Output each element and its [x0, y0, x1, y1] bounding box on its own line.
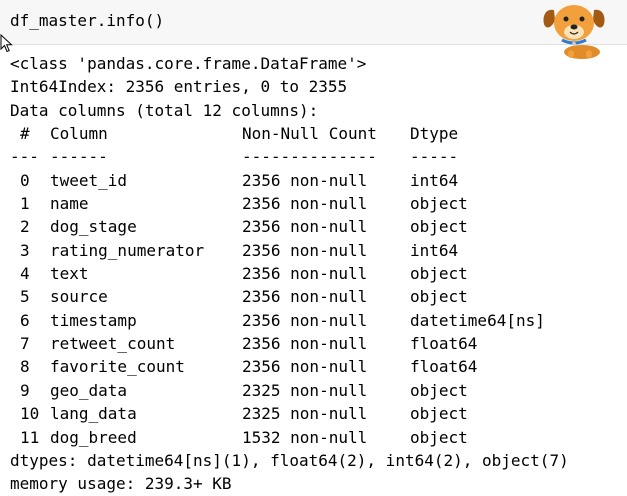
row-dtype: object [410, 404, 468, 424]
table-row: 9 geo_data 2325 non-null object [10, 379, 620, 402]
table-row: 2 dog_stage 2356 non-null object [10, 215, 620, 238]
header-column: Column [50, 124, 108, 144]
row-non-null-count: 2356 non-null [242, 357, 368, 377]
table-row: 7 retweet_count 2356 non-null float64 [10, 332, 620, 355]
row-dtype: float64 [410, 357, 478, 377]
row-column-name: favorite_count [50, 357, 185, 377]
code-cell-input[interactable]: df_master.info() [0, 0, 627, 45]
header-dtype: Dtype [410, 124, 459, 144]
dtypes-line: dtypes: datetime64[ns](1), float64(2), i… [10, 450, 569, 470]
table-row: 6 timestamp 2356 non-null datetime64[ns] [10, 309, 620, 332]
row-dtype: object [410, 194, 468, 214]
row-index: 3 [20, 240, 30, 260]
row-non-null-count: 2356 non-null [242, 240, 368, 260]
row-column-name: timestamp [50, 310, 137, 330]
row-index: 5 [20, 287, 30, 307]
row-non-null-count: 2356 non-null [242, 217, 368, 237]
columns-line: Data columns (total 12 columns): [10, 100, 319, 120]
row-non-null-count: 2325 non-null [242, 404, 368, 424]
code-text[interactable]: df_master.info() [10, 9, 164, 33]
separator-dtype: ----- [410, 147, 459, 167]
row-column-name: source [50, 287, 108, 307]
row-index: 8 [20, 357, 30, 377]
row-index: 6 [20, 310, 30, 330]
row-non-null-count: 2356 non-null [242, 287, 368, 307]
row-column-name: dog_breed [50, 427, 137, 447]
class-line: <class 'pandas.core.frame.DataFrame'> [10, 54, 367, 73]
table-header: # Column Non-Null Count Dtype [10, 122, 620, 145]
table-row: 11 dog_breed 1532 non-null object [10, 426, 620, 449]
row-column-name: rating_numerator [50, 240, 205, 260]
header-count: Non-Null Count [242, 124, 377, 144]
row-non-null-count: 1532 non-null [242, 427, 368, 447]
row-column-name: lang_data [50, 404, 137, 424]
row-column-name: retweet_count [50, 334, 176, 354]
row-index: 4 [20, 264, 30, 284]
index-line: Int64Index: 2356 entries, 0 to 2355 [10, 77, 348, 97]
row-index: 10 [20, 404, 40, 424]
cell-output: <class 'pandas.core.frame.DataFrame'> In… [10, 52, 620, 496]
row-non-null-count: 2356 non-null [242, 310, 368, 330]
row-column-name: tweet_id [50, 170, 128, 190]
row-index: 7 [20, 334, 30, 354]
row-dtype: object [410, 264, 468, 284]
table-row: 5 source 2356 non-null object [10, 285, 620, 308]
memory-line: memory usage: 239.3+ KB [10, 474, 232, 494]
header-index: # [20, 124, 30, 144]
separator-count: -------------- [242, 147, 377, 167]
row-dtype: float64 [410, 334, 478, 354]
row-column-name: name [50, 194, 89, 214]
row-column-name: text [50, 264, 89, 284]
table-row: 8 favorite_count 2356 non-null float64 [10, 355, 620, 378]
separator-column: ------ [50, 147, 108, 167]
row-non-null-count: 2356 non-null [242, 170, 368, 190]
row-index: 2 [20, 217, 30, 237]
row-dtype: datetime64[ns] [410, 310, 545, 330]
table-row: 3 rating_numerator 2356 non-null int64 [10, 239, 620, 262]
row-non-null-count: 2356 non-null [242, 194, 368, 214]
row-non-null-count: 2325 non-null [242, 380, 368, 400]
table-row: 1 name 2356 non-null object [10, 192, 620, 215]
separator-index: --- [10, 147, 39, 167]
row-column-name: geo_data [50, 380, 128, 400]
row-non-null-count: 2356 non-null [242, 334, 368, 354]
row-dtype: object [410, 217, 468, 237]
table-row: 10 lang_data 2325 non-null object [10, 402, 620, 425]
row-index: 9 [20, 380, 30, 400]
table-row: 0 tweet_id 2356 non-null int64 [10, 169, 620, 192]
table-row: 4 text 2356 non-null object [10, 262, 620, 285]
row-non-null-count: 2356 non-null [242, 264, 368, 284]
row-index: 0 [20, 170, 30, 190]
row-index: 1 [20, 194, 30, 214]
table-separator: --- ------ -------------- ----- [10, 145, 620, 168]
table-rows: 0 tweet_id 2356 non-null int64 1 name 2356 non… [10, 169, 620, 449]
row-column-name: dog_stage [50, 217, 137, 237]
row-dtype: object [410, 287, 468, 307]
mouse-pointer-icon [0, 34, 13, 53]
row-dtype: object [410, 427, 468, 447]
row-dtype: object [410, 380, 468, 400]
row-dtype: int64 [410, 170, 459, 190]
row-dtype: int64 [410, 240, 459, 260]
row-index: 11 [20, 427, 40, 447]
